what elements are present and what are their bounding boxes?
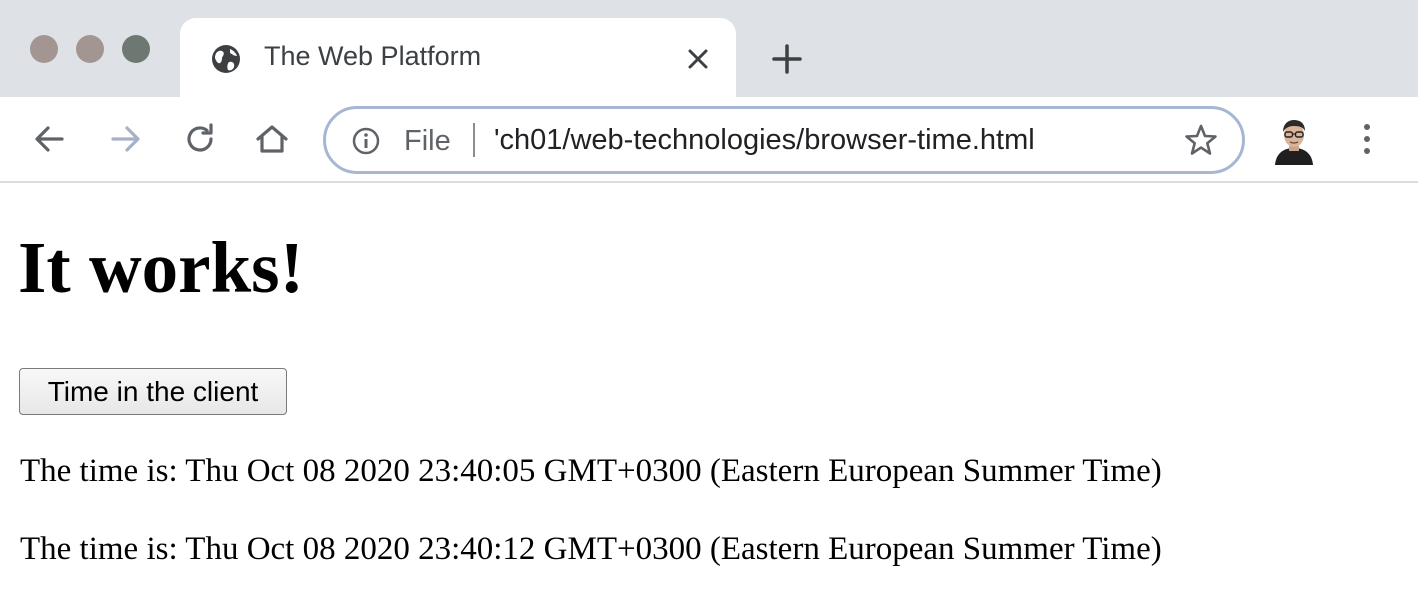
close-icon[interactable] bbox=[685, 46, 711, 72]
page-content: It works! Time in the client The time is… bbox=[0, 183, 1418, 604]
window-minimize-button[interactable] bbox=[76, 35, 104, 63]
scheme-label: File bbox=[404, 125, 451, 157]
plus-icon[interactable] bbox=[770, 42, 804, 76]
tab-strip: The Web Platform bbox=[0, 0, 1418, 97]
info-icon[interactable] bbox=[351, 126, 381, 156]
address-bar[interactable]: File 'ch01/web-technologies/browser-time… bbox=[323, 106, 1245, 174]
home-icon[interactable] bbox=[252, 119, 292, 159]
star-icon[interactable] bbox=[1184, 123, 1218, 157]
arrow-right-icon[interactable] bbox=[105, 119, 145, 159]
browser-toolbar: File 'ch01/web-technologies/browser-time… bbox=[0, 97, 1418, 183]
time-line: The time is: Thu Oct 08 2020 23:40:12 GM… bbox=[20, 531, 1162, 567]
page-heading: It works! bbox=[18, 227, 304, 308]
browser-tab[interactable]: The Web Platform bbox=[180, 18, 736, 97]
time-line: The time is: Thu Oct 08 2020 23:40:05 GM… bbox=[20, 453, 1162, 489]
time-in-client-button[interactable]: Time in the client bbox=[19, 368, 287, 415]
arrow-left-icon[interactable] bbox=[30, 119, 70, 159]
omnibox-divider bbox=[473, 123, 475, 157]
url-text[interactable]: 'ch01/web-technologies/browser-time.html bbox=[494, 124, 1035, 157]
window-close-button[interactable] bbox=[30, 35, 58, 63]
avatar[interactable] bbox=[1270, 115, 1318, 165]
window-zoom-button[interactable] bbox=[122, 35, 150, 63]
globe-icon bbox=[212, 45, 240, 73]
kebab-menu-icon[interactable] bbox=[1352, 119, 1382, 159]
reload-icon[interactable] bbox=[180, 119, 220, 159]
tab-title: The Web Platform bbox=[264, 41, 482, 71]
